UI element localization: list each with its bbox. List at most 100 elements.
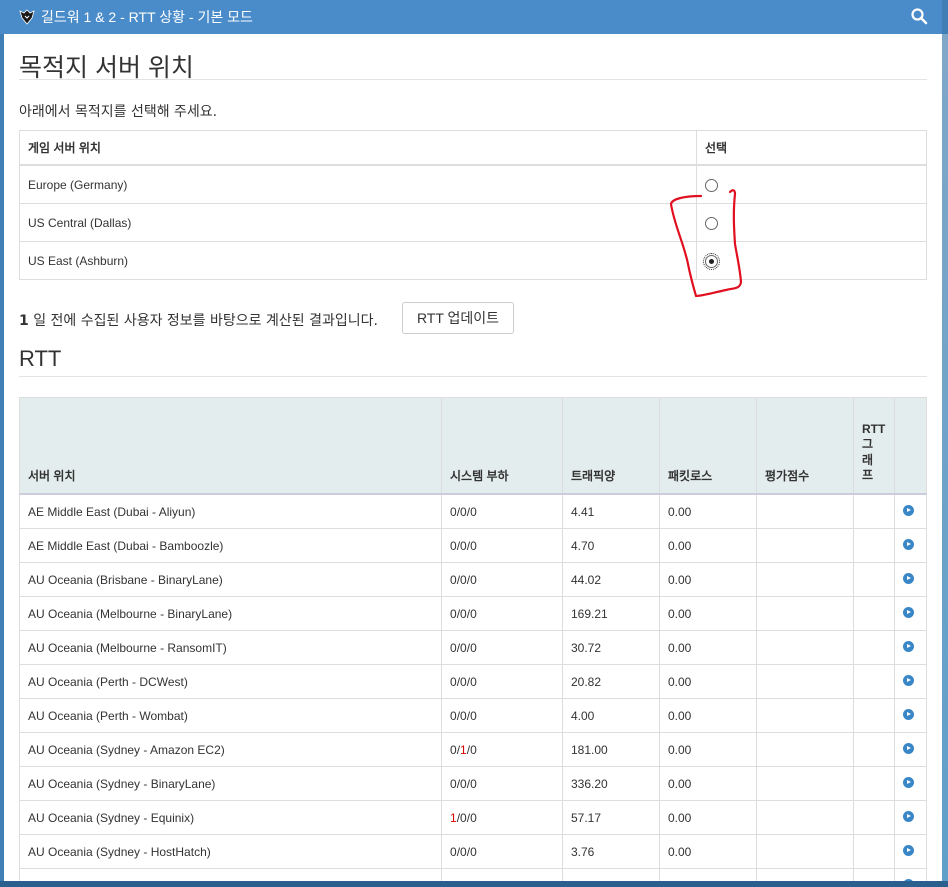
load-value: 1 xyxy=(450,810,457,825)
rtt-row: AU Oceania (Sydney - HostHatch) 0/0/0 3.76… xyxy=(19,834,927,869)
load-value: 0 xyxy=(450,504,457,519)
packet-loss: 0.00 xyxy=(659,800,757,835)
server-location: AU Oceania (Perth - DCWest) xyxy=(19,664,442,699)
play-circle-icon[interactable] xyxy=(903,742,914,754)
window-title: 길드워 1 & 2 - RTT 상황 - 기본 모드 xyxy=(41,9,253,25)
rtt-graph-cell xyxy=(853,630,895,665)
score xyxy=(756,562,854,597)
destination-name: Europe (Germany) xyxy=(19,164,697,204)
col-packet-loss[interactable]: 패킷로스 xyxy=(659,397,757,495)
play-circle-icon[interactable] xyxy=(903,844,914,856)
title-bar: 길드워 1 & 2 - RTT 상황 - 기본 모드 xyxy=(0,0,942,34)
destination-instruction: 아래에서 목적지를 선택해 주세요. xyxy=(19,104,218,120)
load-value: 0 xyxy=(470,776,477,791)
play-circle-icon[interactable] xyxy=(903,640,914,652)
play-circle-icon[interactable] xyxy=(903,810,914,822)
destination-radio[interactable] xyxy=(705,216,718,230)
load-value: 0 xyxy=(470,708,477,723)
divider xyxy=(19,79,927,80)
packet-loss: 0.00 xyxy=(659,766,757,801)
server-location: AU Oceania (Perth - Wombat) xyxy=(19,698,442,733)
score xyxy=(756,698,854,733)
play-circle-icon[interactable] xyxy=(903,708,914,720)
col-rtt-graph[interactable]: RTT 그 래 프 xyxy=(853,397,895,495)
window-edge xyxy=(942,34,948,881)
server-location: AE Middle East (Dubai - Aliyun) xyxy=(19,493,442,529)
rtt-row: AU Oceania (Sydney - HostUS)0/0/0119.340… xyxy=(19,868,927,881)
traffic: 169.21 xyxy=(562,596,660,631)
server-location: AU Oceania (Sydney - Amazon EC2) xyxy=(19,732,442,767)
play-circle-icon[interactable] xyxy=(903,674,914,686)
score xyxy=(756,493,854,529)
destination-select-cell xyxy=(696,203,927,242)
system-load: 0/0/0 xyxy=(441,562,563,597)
main-content: 목적지 서버 위치 아래에서 목적지를 선택해 주세요. 게임 서버 위치 선택… xyxy=(4,34,942,881)
rtt-graph-cell xyxy=(853,562,895,597)
graph-action-cell xyxy=(894,528,927,563)
traffic: 20.82 xyxy=(562,664,660,699)
packet-loss: 0.00 xyxy=(659,630,757,665)
traffic: 44.02 xyxy=(562,562,660,597)
load-value: 0 xyxy=(460,776,467,791)
rtt-graph-cell xyxy=(853,528,895,563)
traffic: 336.20 xyxy=(562,766,660,801)
rtt-graph-cell xyxy=(853,834,895,869)
play-circle-icon[interactable] xyxy=(903,504,914,516)
rtt-row: AU Oceania (Melbourne - RansomIT) 0/0/0 30… xyxy=(19,630,927,665)
server-location: AU Oceania (Melbourne - BinaryLane) xyxy=(19,596,442,631)
packet-loss: 0.00 xyxy=(659,664,757,699)
rtt-row: AU Oceania (Sydney - Equinix) 1/0/0 57.17 0… xyxy=(19,800,927,835)
load-value: 0 xyxy=(450,572,457,587)
packet-loss: 0.00 xyxy=(659,868,757,881)
load-value: 0 xyxy=(470,538,477,553)
load-value: 0 xyxy=(470,844,477,859)
rtt-update-button[interactable]: RTT 업데이트 xyxy=(402,302,514,334)
destination-row[interactable]: US Central (Dallas) xyxy=(19,203,927,242)
col-traffic[interactable]: 트래픽양 xyxy=(562,397,660,495)
play-circle-icon[interactable] xyxy=(903,538,914,550)
play-circle-icon[interactable] xyxy=(903,776,914,788)
col-system-load[interactable]: 시스템 부하 xyxy=(441,397,563,495)
server-location: AU Oceania (Melbourne - RansomIT) xyxy=(19,630,442,665)
rtt-graph-cell xyxy=(853,596,895,631)
system-load: 0/0/0 xyxy=(441,528,563,563)
system-load: 0/0/0 xyxy=(441,868,563,881)
traffic: 3.76 xyxy=(562,834,660,869)
search-icon[interactable] xyxy=(910,7,928,25)
score xyxy=(756,834,854,869)
load-value: 0 xyxy=(470,810,477,825)
destination-radio[interactable] xyxy=(703,252,720,270)
traffic: 4.70 xyxy=(562,528,660,563)
destination-row[interactable]: Europe (Germany) xyxy=(19,164,927,204)
system-load: 1/0/0 xyxy=(441,800,563,835)
rtt-graph-cell xyxy=(853,732,895,767)
destination-row[interactable]: US East (Ashburn) xyxy=(19,241,927,280)
rtt-graph-cell xyxy=(853,664,895,699)
load-value: 0 xyxy=(470,742,477,757)
days-count: 1 xyxy=(19,313,29,329)
rtt-table: 서버 위치 시스템 부하 트래픽양 패킷로스 평가점수 RTT 그 래 프 AE Mi… xyxy=(19,397,927,881)
col-server-location[interactable]: 서버 위치 xyxy=(19,397,442,495)
graph-action-cell xyxy=(894,800,927,835)
load-value: 0 xyxy=(460,504,467,519)
load-value: 0 xyxy=(450,674,457,689)
score xyxy=(756,630,854,665)
rtt-row: AU Oceania (Perth - DCWest) 0/0/0 20.82 0.0… xyxy=(19,664,927,699)
col-score[interactable]: 평가점수 xyxy=(756,397,854,495)
play-circle-icon[interactable] xyxy=(903,572,914,584)
col-select: 선택 xyxy=(696,130,927,166)
rtt-graph-cell xyxy=(853,766,895,801)
destination-name: US East (Ashburn) xyxy=(19,241,697,280)
score xyxy=(756,766,854,801)
destination-radio[interactable] xyxy=(705,178,718,192)
packet-loss: 0.00 xyxy=(659,834,757,869)
system-load: 0/0/0 xyxy=(441,596,563,631)
destination-table: 게임 서버 위치 선택 Europe (Germany) US Central (… xyxy=(19,130,927,280)
col-action xyxy=(894,397,927,495)
play-circle-icon[interactable] xyxy=(903,606,914,618)
load-value: 0 xyxy=(470,640,477,655)
packet-loss: 0.00 xyxy=(659,732,757,767)
graph-action-cell xyxy=(894,493,927,529)
destination-select-cell xyxy=(696,241,927,280)
server-location: AE Middle East (Dubai - Bamboozle) xyxy=(19,528,442,563)
